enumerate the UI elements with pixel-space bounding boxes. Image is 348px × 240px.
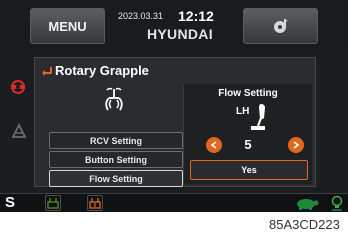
brand-title: HYUNDAI — [147, 26, 213, 42]
work-mode-icon — [47, 198, 59, 209]
power-mode-indicator: S — [5, 194, 16, 211]
back-arrow-icon[interactable] — [41, 66, 53, 78]
media-button[interactable] — [243, 8, 318, 44]
chevron-right-icon — [293, 141, 300, 149]
options-panel: RCV Setting Button Setting Flow Setting — [43, 84, 183, 187]
work-light-icon — [331, 195, 343, 211]
flow-setting-button[interactable]: Flow Setting — [49, 170, 183, 187]
time-display: 12:12 — [178, 8, 214, 24]
dialog-title: Rotary Grapple — [55, 63, 149, 78]
figure-code: 85A3CD223 — [269, 217, 340, 232]
media-icon — [273, 19, 288, 33]
rotary-grapple-dialog: Rotary Grapple RCV Setting Button Settin… — [34, 57, 316, 187]
flow-setting-panel: Flow Setting LH 5 Yes — [183, 84, 312, 184]
yes-button[interactable]: Yes — [190, 160, 308, 180]
attachment-mode-button[interactable] — [87, 195, 103, 211]
rcv-setting-button[interactable]: RCV Setting — [49, 132, 183, 149]
attachment-mode-icon — [89, 198, 101, 209]
header-bar: MENU 2023.03.31 12:12 HYUNDAI — [0, 0, 348, 50]
hydraulic-icon — [11, 122, 27, 138]
work-mode-button[interactable] — [45, 195, 61, 211]
button-setting-button[interactable]: Button Setting — [49, 151, 183, 168]
status-bar: S — [0, 193, 348, 212]
travel-speed-turtle-icon — [297, 199, 319, 210]
flow-setting-title: Flow Setting — [218, 88, 278, 99]
date-display: 2023.03.31 — [118, 11, 164, 21]
rotary-grapple-icon — [105, 87, 123, 111]
attachment-warning-icon — [11, 80, 25, 94]
menu-button[interactable]: MENU — [30, 8, 105, 44]
increase-button[interactable] — [288, 137, 304, 153]
header-center: 2023.03.31 12:12 HYUNDAI — [112, 8, 236, 44]
display-screen: MENU 2023.03.31 12:12 HYUNDAI Rotary Gra… — [0, 0, 348, 212]
joystick-icon — [251, 104, 265, 130]
